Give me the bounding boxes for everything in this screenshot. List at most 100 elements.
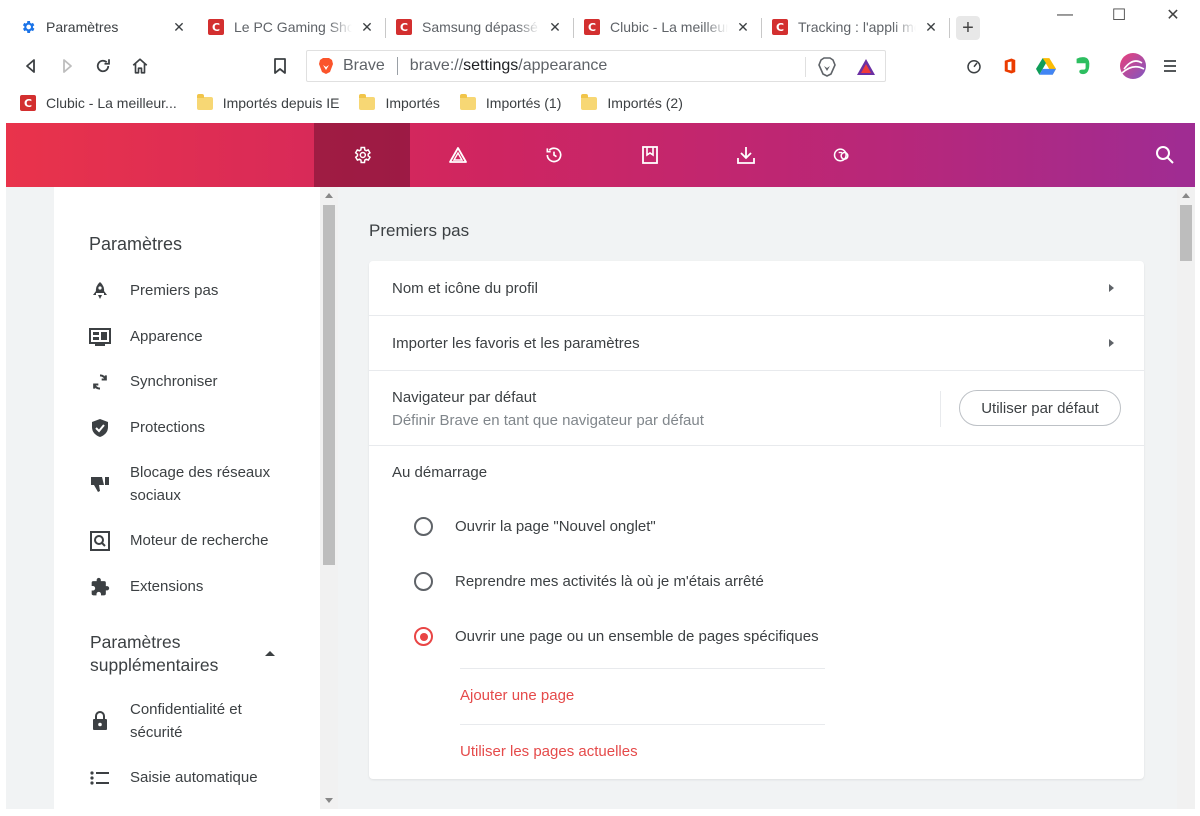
brave-lion-icon (317, 57, 335, 75)
header-bookmarks-button[interactable] (602, 123, 698, 187)
sidebar-item-moteur-recherche[interactable]: Moteur de recherche (89, 529, 268, 552)
brand-label: Brave (343, 57, 385, 74)
folder-icon (581, 93, 598, 110)
address-bar[interactable]: Brave brave://settings/appearance (306, 50, 886, 82)
radio-circle[interactable] (414, 627, 433, 646)
forward-button[interactable] (53, 52, 81, 80)
tab-clubic[interactable]: C Clubic - La meilleure ✕ (574, 8, 762, 46)
settings-content: Paramètres Premiers pas Apparence Synchr… (6, 187, 1195, 809)
folder-icon (359, 93, 376, 110)
header-downloads-button[interactable] (698, 123, 794, 187)
settings-card: Nom et icône du profil Importer les favo… (369, 261, 1144, 779)
new-tab-button[interactable]: + (956, 16, 980, 40)
use-current-pages-link[interactable]: Utiliser les pages actuelles (460, 743, 638, 760)
bookmark-folder[interactable]: Importés depuis IE (196, 93, 339, 111)
sidebar-item-confidentialite[interactable]: Confidentialité et sécurité (89, 698, 242, 744)
close-window-button[interactable]: ✕ (1146, 0, 1200, 30)
close-icon[interactable]: ✕ (922, 18, 940, 36)
radio-specific-pages[interactable]: Ouvrir une page ou un ensemble de pages … (414, 627, 819, 646)
tab-settings[interactable]: Paramètres ✕ (10, 8, 198, 46)
sync-icon (89, 371, 111, 393)
tab-title: Le PC Gaming Show (234, 19, 352, 35)
brave-rewards-icon[interactable] (853, 54, 879, 80)
sidebar-item-extensions[interactable]: Extensions (89, 575, 203, 598)
downloads-icon (737, 147, 755, 164)
sidebar-item-synchroniser[interactable]: Synchroniser (89, 370, 218, 393)
radio-continue[interactable]: Reprendre mes activités là où je m'étais… (414, 572, 764, 591)
set-default-button[interactable]: Utiliser par défaut (959, 390, 1121, 426)
radio-new-tab[interactable]: Ouvrir la page "Nouvel onglet" (414, 517, 656, 536)
add-page-link[interactable]: Ajouter une page (460, 687, 574, 704)
header-history-button[interactable] (506, 123, 602, 187)
scrollbar-thumb[interactable] (323, 205, 335, 565)
scroll-up-arrow-icon (325, 193, 333, 198)
bookmark-icon (274, 58, 286, 74)
reload-button[interactable] (89, 52, 117, 80)
main-scrollbar[interactable] (1177, 187, 1195, 809)
scroll-down-arrow-icon (325, 798, 333, 803)
caret-up-icon[interactable] (265, 651, 275, 656)
rewards-triangle-icon (449, 147, 467, 163)
radio-circle[interactable] (414, 572, 433, 591)
sidebar-item-protections[interactable]: Protections (89, 416, 205, 439)
puzzle-icon (89, 576, 111, 598)
bookmark-folder[interactable]: Importés (1) (459, 93, 561, 111)
import-row[interactable]: Importer les favoris et les paramètres (369, 316, 1144, 371)
history-icon (546, 147, 562, 163)
startup-title: Au démarrage (392, 464, 488, 481)
bookmarks-icon (642, 146, 658, 164)
header-wallet-button[interactable] (794, 123, 890, 187)
tab-title: Samsung dépassé p (422, 19, 540, 35)
bookmarks-bar: C Clubic - La meilleur... Importés depui… (0, 86, 1200, 120)
radio-circle[interactable] (414, 517, 433, 536)
tab-title: Paramètres (46, 19, 119, 35)
speed-extension-icon[interactable] (960, 52, 988, 80)
back-button[interactable] (17, 52, 45, 80)
sidebar-item-saisie-auto[interactable]: Saisie automatique (89, 766, 258, 789)
sidebar-item-apparence[interactable]: Apparence (89, 325, 203, 348)
tab-title: Clubic - La meilleure (610, 19, 728, 35)
bookmark-clubic[interactable]: C Clubic - La meilleur... (20, 95, 177, 111)
search-engine-icon (89, 530, 111, 552)
sidebar-advanced-toggle[interactable]: Paramètres supplémentaires (90, 631, 280, 677)
close-icon[interactable]: ✕ (734, 18, 752, 36)
evernote-icon[interactable] (1068, 52, 1096, 80)
sidebar-item-premiers-pas[interactable]: Premiers pas (89, 279, 218, 302)
google-drive-icon[interactable] (1032, 52, 1060, 80)
reload-icon (96, 59, 110, 73)
sidebar-scrollbar[interactable] (320, 187, 338, 809)
hamburger-icon (1164, 60, 1176, 72)
tab-strip: Paramètres ✕ C Le PC Gaming Show ✕ C Sam… (0, 0, 1200, 46)
bookmark-folder[interactable]: Importés (2) (581, 93, 683, 111)
tab-samsung[interactable]: C Samsung dépassé p ✕ (386, 8, 574, 46)
profile-row[interactable]: Nom et icône du profil (369, 261, 1144, 316)
header-rewards-button[interactable] (410, 123, 506, 187)
bookmark-star-button[interactable] (266, 52, 294, 80)
bookmark-folder[interactable]: Importés (359, 93, 440, 111)
office-extension-icon[interactable] (996, 52, 1024, 80)
close-icon[interactable]: ✕ (170, 18, 188, 36)
close-icon[interactable]: ✕ (546, 18, 564, 36)
brave-shields-icon[interactable] (814, 54, 840, 80)
header-search-button[interactable] (1151, 141, 1179, 169)
header-settings-button[interactable] (314, 123, 410, 187)
close-icon[interactable]: ✕ (358, 18, 376, 36)
tab-tracking[interactable]: C Tracking : l'appli mo ✕ (762, 8, 950, 46)
default-browser-row: Navigateur par défaut Définir Brave en t… (369, 371, 1144, 446)
maximize-button[interactable]: ☐ (1092, 0, 1146, 30)
menu-button[interactable] (1156, 52, 1184, 80)
lock-icon (89, 710, 111, 732)
clubic-icon: C (584, 19, 600, 35)
sidebar-title: Paramètres (89, 234, 183, 254)
settings-header (6, 123, 1195, 187)
tab-pc-gaming[interactable]: C Le PC Gaming Show ✕ (198, 8, 386, 46)
avatar[interactable] (1119, 52, 1147, 80)
folder-icon (459, 93, 476, 110)
home-button[interactable] (126, 52, 154, 80)
chevron-right-icon (1109, 284, 1114, 292)
scrollbar-thumb[interactable] (1180, 205, 1192, 261)
sidebar-item-blocage-reseaux[interactable]: Blocage des réseaux sociaux (89, 461, 270, 507)
section-title: Premiers pas (369, 221, 470, 240)
minimize-button[interactable]: — (1038, 0, 1092, 30)
clubic-icon: C (208, 19, 224, 35)
